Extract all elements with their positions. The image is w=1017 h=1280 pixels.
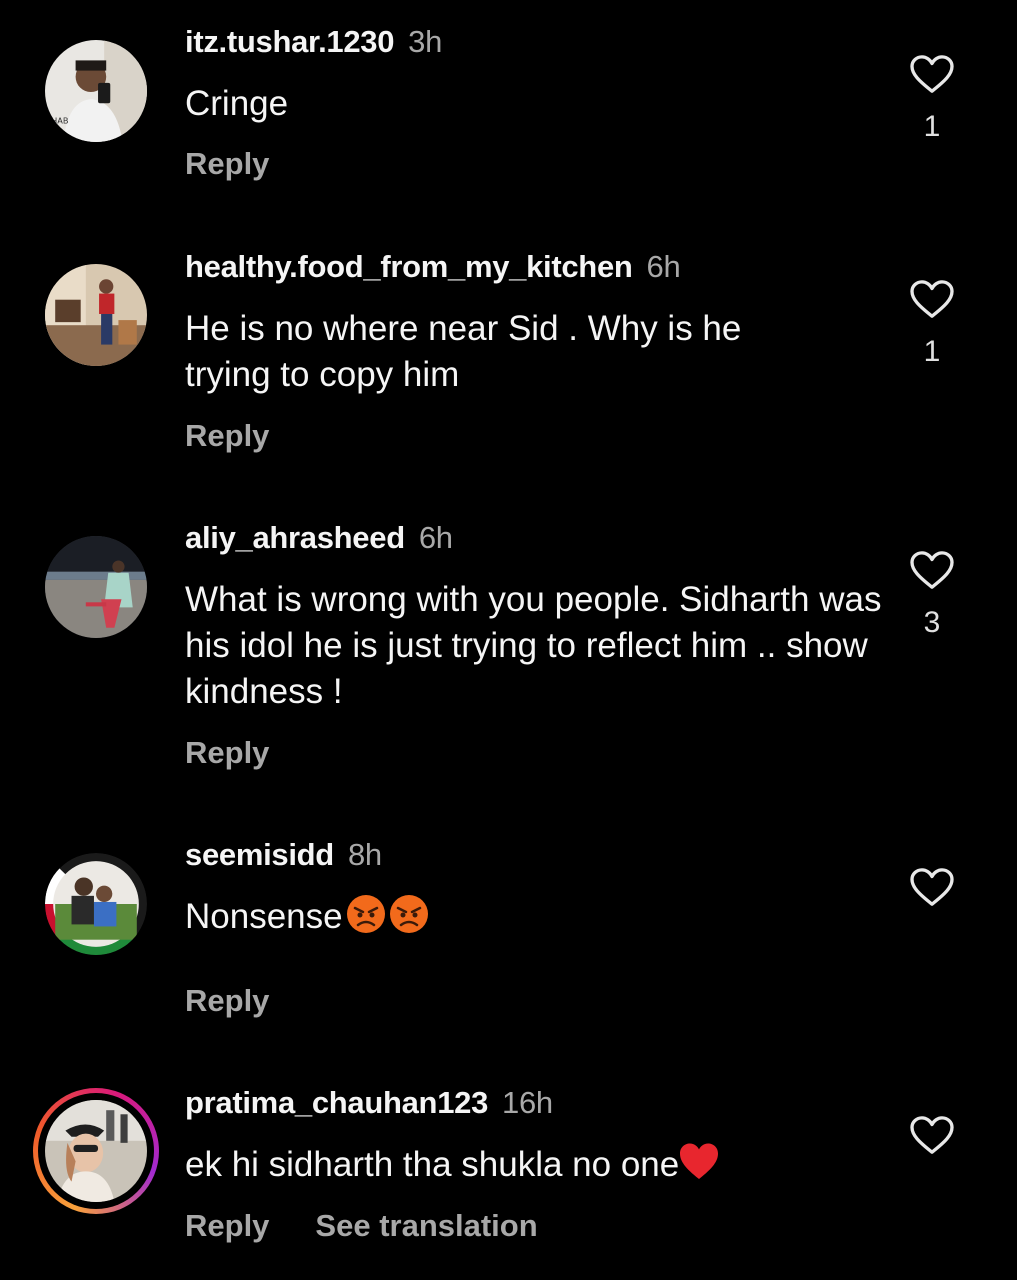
avatar[interactable]: HAB <box>45 40 147 142</box>
comment-meta: itz.tushar.1230 3h <box>185 24 442 60</box>
avatar[interactable] <box>45 536 147 638</box>
comment-text: Cringe <box>185 81 885 127</box>
like-count: 1 <box>923 110 941 143</box>
timestamp: 16h <box>502 1085 553 1120</box>
username[interactable]: healthy.food_from_my_kitchen <box>185 249 633 284</box>
angry-face-emoji <box>346 894 386 934</box>
avatar[interactable] <box>45 853 147 955</box>
username[interactable]: itz.tushar.1230 <box>185 24 394 59</box>
comment-text: Nonsense <box>185 894 885 940</box>
like-count: 1 <box>923 335 941 368</box>
reply-button[interactable]: Reply <box>185 418 269 454</box>
comment-text-content: What is wrong with you people. Sidharth … <box>185 580 882 711</box>
heart-outline-icon[interactable] <box>909 550 955 590</box>
comment-text-content: Cringe <box>185 84 289 123</box>
reply-button[interactable]: Reply <box>185 1208 269 1244</box>
comment-actions: Reply See translation <box>185 1208 538 1244</box>
timestamp: 3h <box>408 24 443 59</box>
comment-meta: healthy.food_from_my_kitchen 6h <box>185 249 681 285</box>
heart-outline-icon[interactable] <box>909 279 955 319</box>
comment-meta: pratima_chauhan123 16h <box>185 1085 553 1121</box>
see-translation-button[interactable]: See translation <box>315 1208 537 1244</box>
comment-actions: Reply <box>185 418 269 454</box>
timestamp: 6h <box>418 520 453 555</box>
timestamp: 6h <box>646 249 681 284</box>
heart-outline-icon[interactable] <box>909 867 955 907</box>
comment-text: He is no where near Sid . Why is he tryi… <box>185 306 825 398</box>
username[interactable]: aliy_ahrasheed <box>185 520 405 555</box>
reply-button[interactable]: Reply <box>185 146 269 182</box>
red-heart-emoji <box>679 1142 719 1182</box>
comment-actions: Reply <box>185 735 269 771</box>
avatar[interactable] <box>45 264 147 366</box>
comment-text-content: He is no where near Sid . Why is he tryi… <box>185 309 742 394</box>
heart-outline-icon[interactable] <box>909 1115 955 1155</box>
timestamp: 8h <box>347 837 382 872</box>
comment-text-content: ek hi sidharth tha shukla no one <box>185 1145 680 1184</box>
comment-meta: aliy_ahrasheed 6h <box>185 520 453 556</box>
reply-button[interactable]: Reply <box>185 735 269 771</box>
username[interactable]: pratima_chauhan123 <box>185 1085 488 1120</box>
like-count: 3 <box>923 606 941 639</box>
avatar-story-ring[interactable] <box>33 1088 159 1214</box>
comment-actions: Reply <box>185 146 269 182</box>
comment-meta: seemisidd 8h <box>185 837 382 873</box>
svg-text:HAB: HAB <box>51 116 69 126</box>
comment-text: ek hi sidharth tha shukla no one <box>185 1142 885 1188</box>
avatar <box>45 1100 147 1202</box>
comment-text: What is wrong with you people. Sidharth … <box>185 577 885 715</box>
comment-text-content: Nonsense <box>185 897 343 936</box>
comment-actions: Reply <box>185 983 269 1019</box>
heart-outline-icon[interactable] <box>909 54 955 94</box>
angry-face-emoji <box>389 894 429 934</box>
username[interactable]: seemisidd <box>185 837 334 872</box>
reply-button[interactable]: Reply <box>185 983 269 1019</box>
